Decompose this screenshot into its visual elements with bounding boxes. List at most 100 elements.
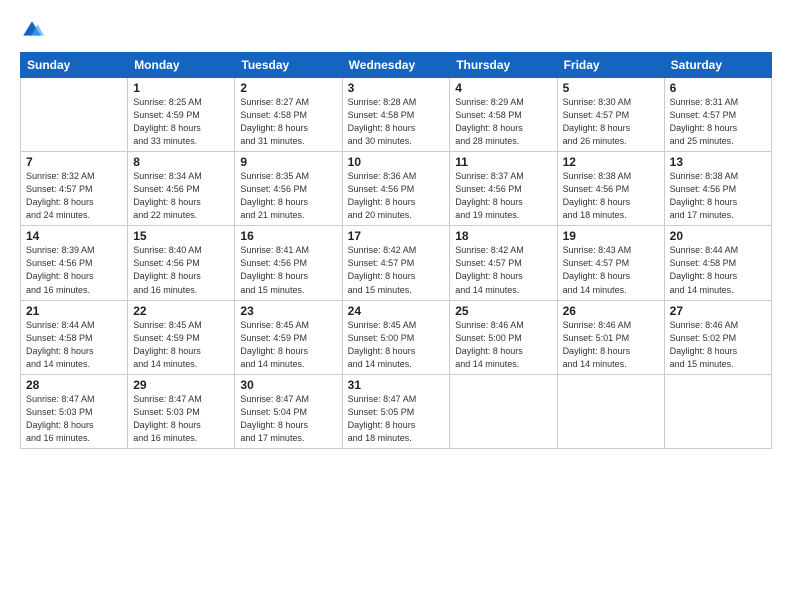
day-info: Sunrise: 8:46 AM Sunset: 5:00 PM Dayligh…	[455, 319, 551, 371]
day-info: Sunrise: 8:38 AM Sunset: 4:56 PM Dayligh…	[563, 170, 659, 222]
calendar-day-header: Friday	[557, 53, 664, 78]
calendar-week-row: 7Sunrise: 8:32 AM Sunset: 4:57 PM Daylig…	[21, 152, 772, 226]
calendar-cell: 16Sunrise: 8:41 AM Sunset: 4:56 PM Dayli…	[235, 226, 342, 300]
calendar-cell: 23Sunrise: 8:45 AM Sunset: 4:59 PM Dayli…	[235, 300, 342, 374]
day-number: 8	[133, 155, 229, 169]
day-number: 13	[670, 155, 766, 169]
day-number: 20	[670, 229, 766, 243]
day-info: Sunrise: 8:42 AM Sunset: 4:57 PM Dayligh…	[348, 244, 445, 296]
day-info: Sunrise: 8:44 AM Sunset: 4:58 PM Dayligh…	[670, 244, 766, 296]
calendar-week-row: 1Sunrise: 8:25 AM Sunset: 4:59 PM Daylig…	[21, 78, 772, 152]
calendar-cell: 14Sunrise: 8:39 AM Sunset: 4:56 PM Dayli…	[21, 226, 128, 300]
day-number: 17	[348, 229, 445, 243]
day-number: 16	[240, 229, 336, 243]
calendar-cell: 12Sunrise: 8:38 AM Sunset: 4:56 PM Dayli…	[557, 152, 664, 226]
day-info: Sunrise: 8:35 AM Sunset: 4:56 PM Dayligh…	[240, 170, 336, 222]
day-number: 24	[348, 304, 445, 318]
day-number: 28	[26, 378, 122, 392]
calendar-cell: 25Sunrise: 8:46 AM Sunset: 5:00 PM Dayli…	[450, 300, 557, 374]
day-info: Sunrise: 8:46 AM Sunset: 5:02 PM Dayligh…	[670, 319, 766, 371]
day-info: Sunrise: 8:25 AM Sunset: 4:59 PM Dayligh…	[133, 96, 229, 148]
day-number: 2	[240, 81, 336, 95]
calendar-cell: 31Sunrise: 8:47 AM Sunset: 5:05 PM Dayli…	[342, 374, 450, 448]
calendar-cell: 4Sunrise: 8:29 AM Sunset: 4:58 PM Daylig…	[450, 78, 557, 152]
calendar-cell: 5Sunrise: 8:30 AM Sunset: 4:57 PM Daylig…	[557, 78, 664, 152]
day-number: 25	[455, 304, 551, 318]
day-number: 9	[240, 155, 336, 169]
day-number: 15	[133, 229, 229, 243]
calendar-cell: 18Sunrise: 8:42 AM Sunset: 4:57 PM Dayli…	[450, 226, 557, 300]
day-number: 31	[348, 378, 445, 392]
day-info: Sunrise: 8:47 AM Sunset: 5:05 PM Dayligh…	[348, 393, 445, 445]
day-info: Sunrise: 8:34 AM Sunset: 4:56 PM Dayligh…	[133, 170, 229, 222]
day-number: 11	[455, 155, 551, 169]
calendar-cell: 2Sunrise: 8:27 AM Sunset: 4:58 PM Daylig…	[235, 78, 342, 152]
calendar-week-row: 14Sunrise: 8:39 AM Sunset: 4:56 PM Dayli…	[21, 226, 772, 300]
calendar-cell: 27Sunrise: 8:46 AM Sunset: 5:02 PM Dayli…	[664, 300, 771, 374]
calendar-week-row: 21Sunrise: 8:44 AM Sunset: 4:58 PM Dayli…	[21, 300, 772, 374]
calendar-cell: 30Sunrise: 8:47 AM Sunset: 5:04 PM Dayli…	[235, 374, 342, 448]
day-info: Sunrise: 8:30 AM Sunset: 4:57 PM Dayligh…	[563, 96, 659, 148]
day-number: 22	[133, 304, 229, 318]
day-number: 6	[670, 81, 766, 95]
day-number: 29	[133, 378, 229, 392]
day-info: Sunrise: 8:39 AM Sunset: 4:56 PM Dayligh…	[26, 244, 122, 296]
calendar-cell: 9Sunrise: 8:35 AM Sunset: 4:56 PM Daylig…	[235, 152, 342, 226]
day-number: 4	[455, 81, 551, 95]
day-info: Sunrise: 8:42 AM Sunset: 4:57 PM Dayligh…	[455, 244, 551, 296]
day-info: Sunrise: 8:31 AM Sunset: 4:57 PM Dayligh…	[670, 96, 766, 148]
day-info: Sunrise: 8:47 AM Sunset: 5:04 PM Dayligh…	[240, 393, 336, 445]
day-number: 1	[133, 81, 229, 95]
calendar-cell: 3Sunrise: 8:28 AM Sunset: 4:58 PM Daylig…	[342, 78, 450, 152]
day-info: Sunrise: 8:41 AM Sunset: 4:56 PM Dayligh…	[240, 244, 336, 296]
day-number: 21	[26, 304, 122, 318]
calendar-day-header: Saturday	[664, 53, 771, 78]
day-info: Sunrise: 8:46 AM Sunset: 5:01 PM Dayligh…	[563, 319, 659, 371]
header	[20, 18, 772, 42]
calendar-cell	[21, 78, 128, 152]
day-info: Sunrise: 8:47 AM Sunset: 5:03 PM Dayligh…	[26, 393, 122, 445]
day-number: 30	[240, 378, 336, 392]
logo-icon	[20, 18, 44, 42]
calendar-day-header: Thursday	[450, 53, 557, 78]
day-number: 12	[563, 155, 659, 169]
day-number: 18	[455, 229, 551, 243]
day-info: Sunrise: 8:32 AM Sunset: 4:57 PM Dayligh…	[26, 170, 122, 222]
calendar-day-header: Sunday	[21, 53, 128, 78]
calendar-cell: 1Sunrise: 8:25 AM Sunset: 4:59 PM Daylig…	[128, 78, 235, 152]
calendar-cell: 10Sunrise: 8:36 AM Sunset: 4:56 PM Dayli…	[342, 152, 450, 226]
logo	[20, 18, 48, 42]
calendar-cell: 17Sunrise: 8:42 AM Sunset: 4:57 PM Dayli…	[342, 226, 450, 300]
day-info: Sunrise: 8:47 AM Sunset: 5:03 PM Dayligh…	[133, 393, 229, 445]
calendar-cell: 26Sunrise: 8:46 AM Sunset: 5:01 PM Dayli…	[557, 300, 664, 374]
day-info: Sunrise: 8:44 AM Sunset: 4:58 PM Dayligh…	[26, 319, 122, 371]
calendar-cell: 24Sunrise: 8:45 AM Sunset: 5:00 PM Dayli…	[342, 300, 450, 374]
day-info: Sunrise: 8:45 AM Sunset: 4:59 PM Dayligh…	[240, 319, 336, 371]
calendar: SundayMondayTuesdayWednesdayThursdayFrid…	[20, 52, 772, 449]
calendar-cell	[450, 374, 557, 448]
page: SundayMondayTuesdayWednesdayThursdayFrid…	[0, 0, 792, 612]
calendar-cell	[664, 374, 771, 448]
day-number: 3	[348, 81, 445, 95]
calendar-cell: 19Sunrise: 8:43 AM Sunset: 4:57 PM Dayli…	[557, 226, 664, 300]
calendar-cell: 7Sunrise: 8:32 AM Sunset: 4:57 PM Daylig…	[21, 152, 128, 226]
day-number: 27	[670, 304, 766, 318]
calendar-cell: 11Sunrise: 8:37 AM Sunset: 4:56 PM Dayli…	[450, 152, 557, 226]
calendar-cell: 20Sunrise: 8:44 AM Sunset: 4:58 PM Dayli…	[664, 226, 771, 300]
calendar-week-row: 28Sunrise: 8:47 AM Sunset: 5:03 PM Dayli…	[21, 374, 772, 448]
calendar-cell: 21Sunrise: 8:44 AM Sunset: 4:58 PM Dayli…	[21, 300, 128, 374]
calendar-header-row: SundayMondayTuesdayWednesdayThursdayFrid…	[21, 53, 772, 78]
calendar-cell: 15Sunrise: 8:40 AM Sunset: 4:56 PM Dayli…	[128, 226, 235, 300]
day-info: Sunrise: 8:36 AM Sunset: 4:56 PM Dayligh…	[348, 170, 445, 222]
calendar-cell	[557, 374, 664, 448]
day-number: 7	[26, 155, 122, 169]
day-info: Sunrise: 8:27 AM Sunset: 4:58 PM Dayligh…	[240, 96, 336, 148]
day-number: 14	[26, 229, 122, 243]
day-info: Sunrise: 8:40 AM Sunset: 4:56 PM Dayligh…	[133, 244, 229, 296]
day-info: Sunrise: 8:43 AM Sunset: 4:57 PM Dayligh…	[563, 244, 659, 296]
calendar-day-header: Wednesday	[342, 53, 450, 78]
day-number: 26	[563, 304, 659, 318]
calendar-cell: 29Sunrise: 8:47 AM Sunset: 5:03 PM Dayli…	[128, 374, 235, 448]
calendar-day-header: Monday	[128, 53, 235, 78]
calendar-cell: 8Sunrise: 8:34 AM Sunset: 4:56 PM Daylig…	[128, 152, 235, 226]
